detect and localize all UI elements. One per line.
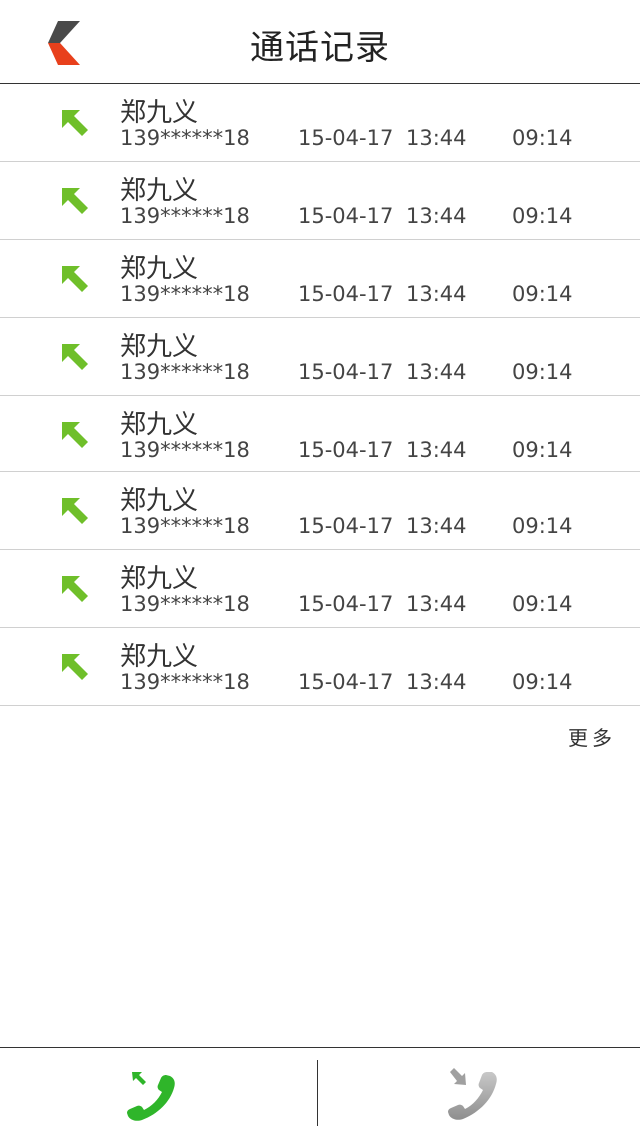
call-log-row[interactable]: 郑九义 139******18 15-04-17 13:44 09:14 xyxy=(0,162,640,240)
phone-number: 139******18 xyxy=(120,204,250,228)
call-duration: 09:14 xyxy=(512,204,573,228)
call-log-row[interactable]: 郑九义 139******18 15-04-17 13:44 09:14 xyxy=(0,472,640,550)
phone-number: 139******18 xyxy=(120,514,250,538)
phone-number: 139******18 xyxy=(120,126,250,150)
call-datetime: 15-04-17 13:44 xyxy=(298,592,467,616)
call-log-row[interactable]: 郑九义 139******18 15-04-17 13:44 09:14 xyxy=(0,550,640,628)
phone-number: 139******18 xyxy=(120,592,250,616)
call-datetime: 15-04-17 13:44 xyxy=(298,126,467,150)
phone-number: 139******18 xyxy=(120,670,250,694)
outgoing-arrow-icon xyxy=(62,498,88,524)
call-duration: 09:14 xyxy=(512,438,573,462)
contact-name: 郑九义 xyxy=(120,642,199,672)
call-datetime: 15-04-17 13:44 xyxy=(298,514,467,538)
call-duration: 09:14 xyxy=(512,126,573,150)
call-log-row[interactable]: 郑九义 139******18 15-04-17 13:44 09:14 xyxy=(0,318,640,396)
call-duration: 09:14 xyxy=(512,514,573,538)
more-link[interactable]: 更多 xyxy=(568,722,616,751)
call-log-list: 郑九义 139******18 15-04-17 13:44 09:14 郑九义… xyxy=(0,84,640,706)
contact-name: 郑九义 xyxy=(120,176,199,206)
outgoing-arrow-icon xyxy=(62,110,88,136)
call-datetime: 15-04-17 13:44 xyxy=(298,360,467,384)
contact-name: 郑九义 xyxy=(120,410,199,440)
incoming-call-icon xyxy=(448,1068,497,1120)
outgoing-arrow-icon xyxy=(62,422,88,448)
outgoing-arrow-icon xyxy=(62,654,88,680)
page-title: 通话记录 xyxy=(250,28,390,68)
bottom-tab-bar xyxy=(0,1047,640,1136)
header-bar: 通话记录 xyxy=(0,0,640,84)
outgoing-call-icon xyxy=(127,1072,175,1121)
call-duration: 09:14 xyxy=(512,670,573,694)
call-log-row[interactable]: 郑九义 139******18 15-04-17 13:44 09:14 xyxy=(0,84,640,162)
call-datetime: 15-04-17 13:44 xyxy=(298,282,467,306)
outgoing-arrow-icon xyxy=(62,576,88,602)
contact-name: 郑九义 xyxy=(120,564,199,594)
call-datetime: 15-04-17 13:44 xyxy=(298,204,467,228)
call-duration: 09:14 xyxy=(512,360,573,384)
outgoing-arrow-icon xyxy=(62,266,88,292)
outgoing-arrow-icon xyxy=(62,344,88,370)
call-datetime: 15-04-17 13:44 xyxy=(298,670,467,694)
call-log-row[interactable]: 郑九义 139******18 15-04-17 13:44 09:14 xyxy=(0,240,640,318)
call-duration: 09:14 xyxy=(512,592,573,616)
contact-name: 郑九义 xyxy=(120,332,199,362)
tab-incoming-calls[interactable] xyxy=(318,1048,635,1136)
phone-number: 139******18 xyxy=(120,438,250,462)
phone-number: 139******18 xyxy=(120,360,250,384)
call-duration: 09:14 xyxy=(512,282,573,306)
tab-outgoing-calls[interactable] xyxy=(0,1048,317,1136)
outgoing-arrow-icon xyxy=(62,188,88,214)
call-datetime: 15-04-17 13:44 xyxy=(298,438,467,462)
phone-number: 139******18 xyxy=(120,282,250,306)
contact-name: 郑九义 xyxy=(120,254,199,284)
call-log-row[interactable]: 郑九义 139******18 15-04-17 13:44 09:14 xyxy=(0,396,640,472)
call-log-row[interactable]: 郑九义 139******18 15-04-17 13:44 09:14 xyxy=(0,628,640,706)
contact-name: 郑九义 xyxy=(120,486,199,516)
contact-name: 郑九义 xyxy=(120,98,199,128)
